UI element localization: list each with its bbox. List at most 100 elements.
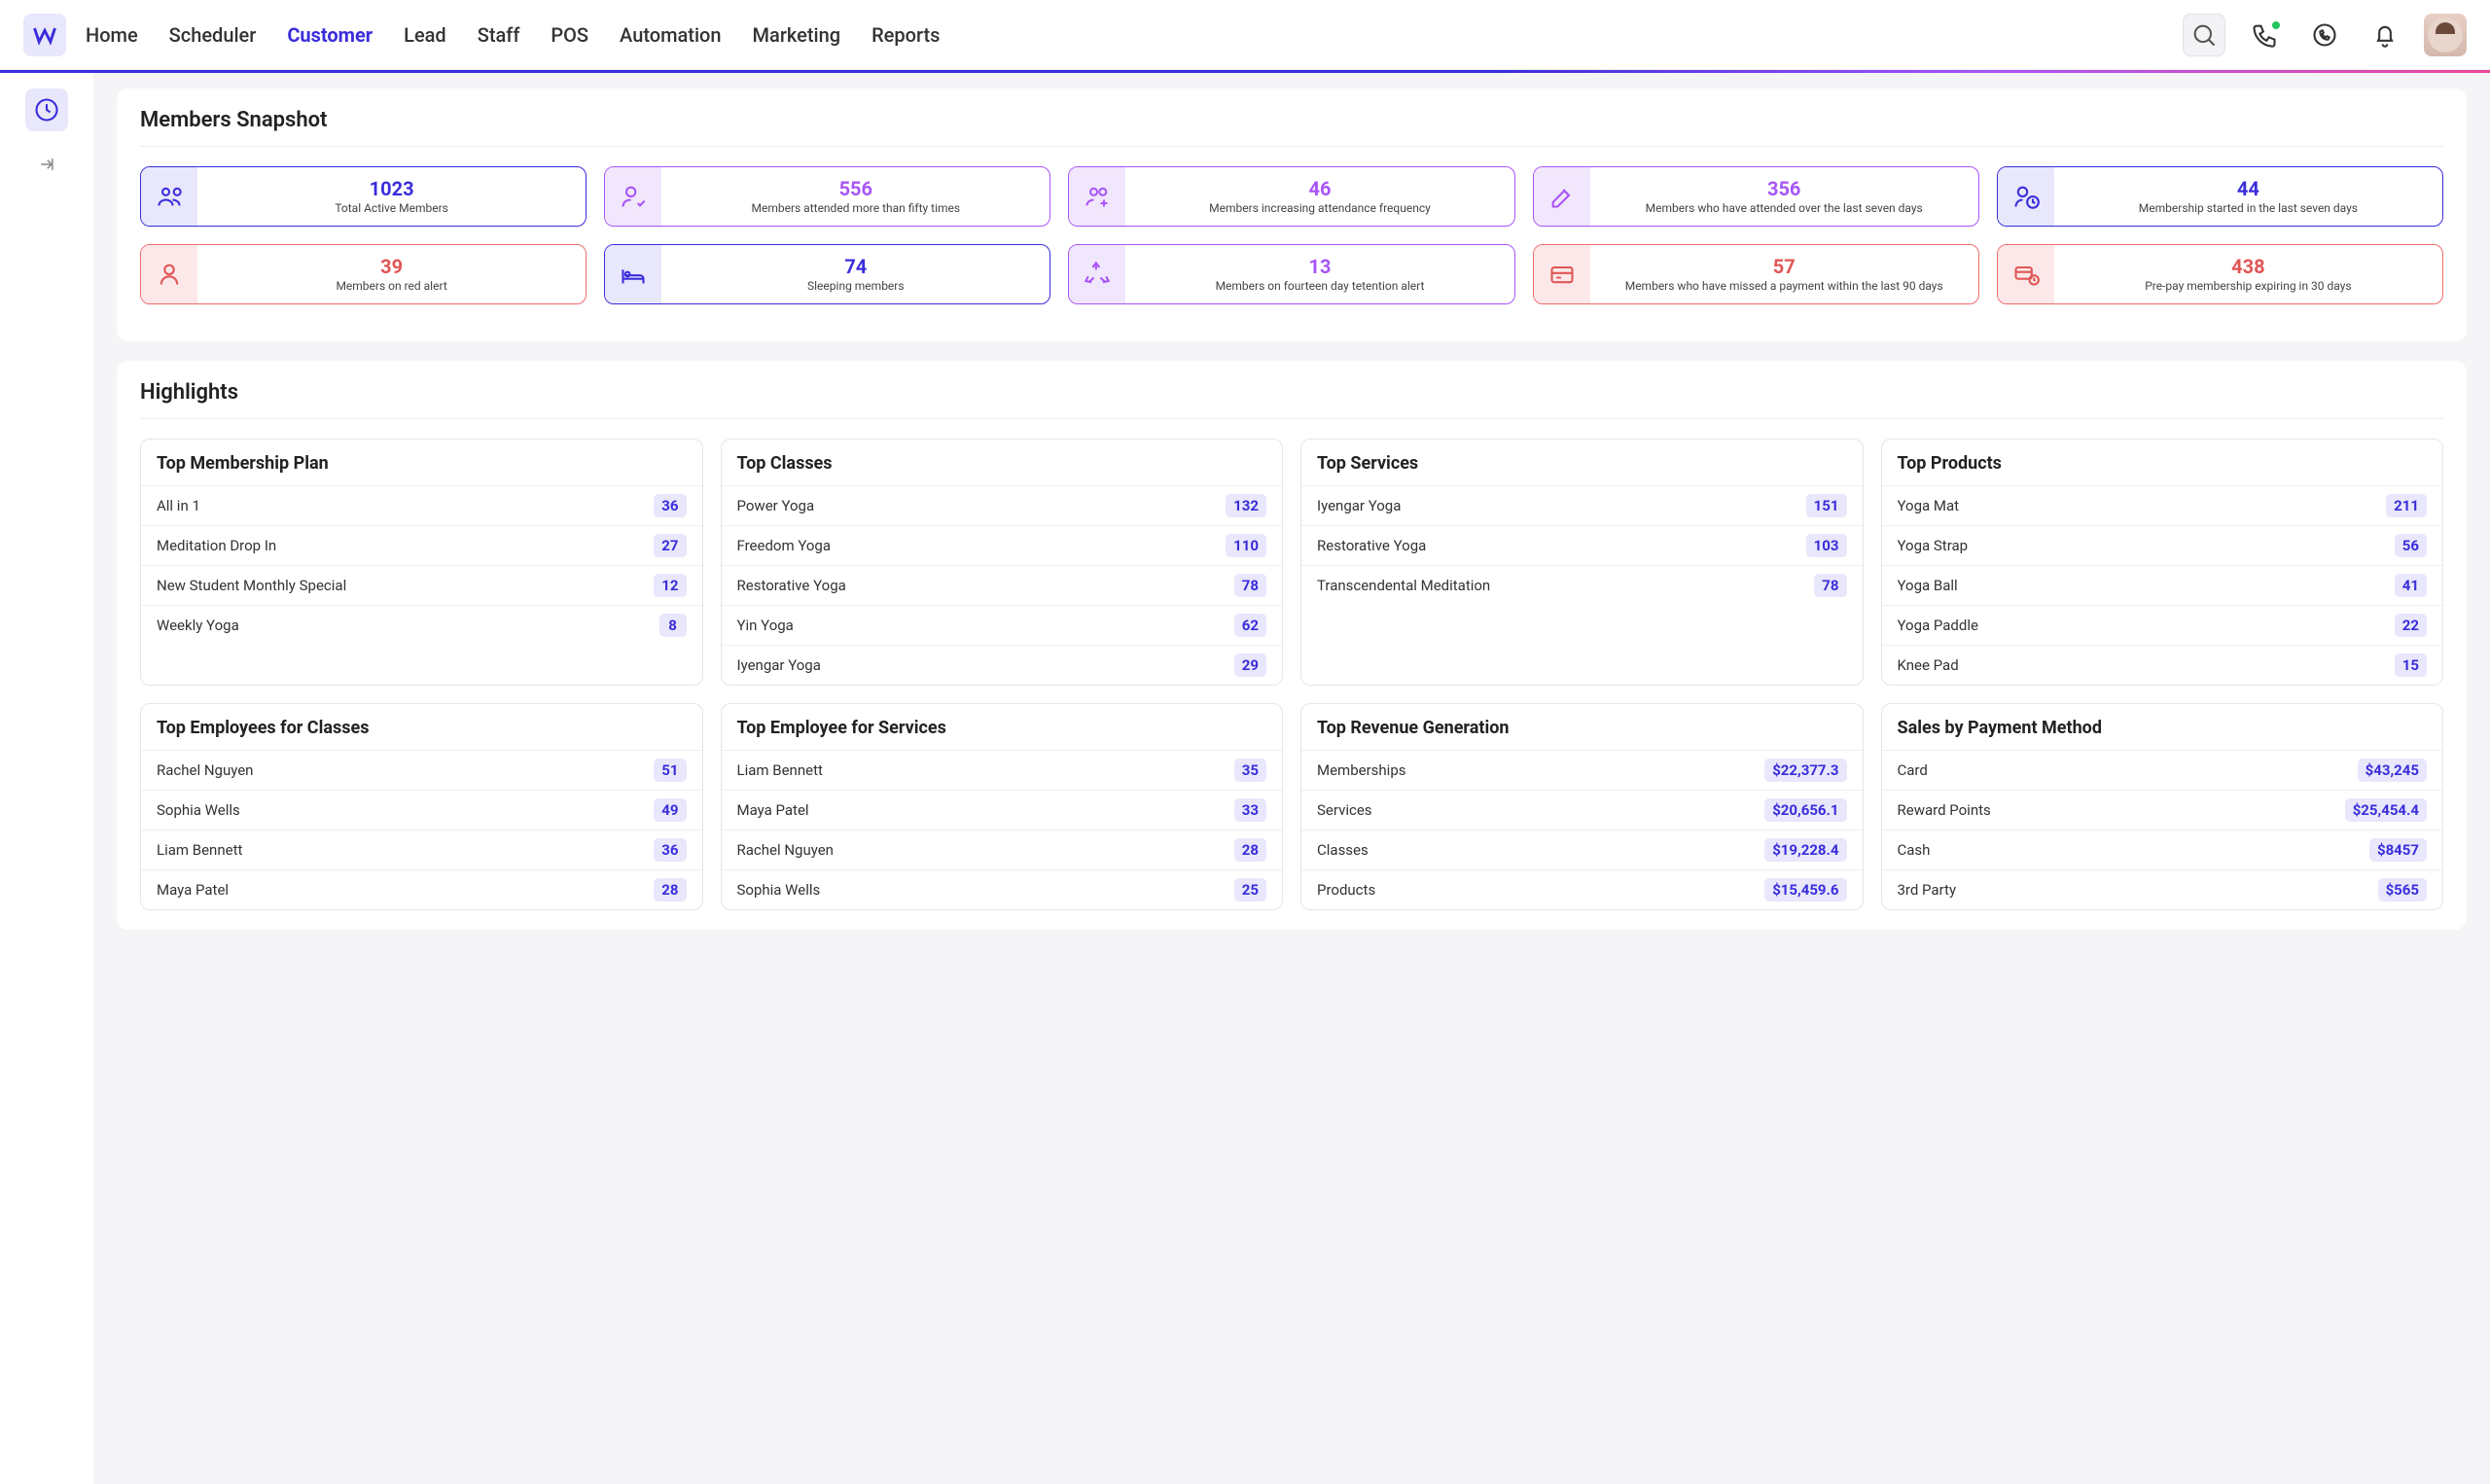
list-item-value: 56	[2395, 534, 2427, 557]
list-item[interactable]: Cash$8457	[1882, 830, 2443, 869]
phone-button[interactable]	[2243, 14, 2286, 56]
snapshot-body: 1023Total Active Members	[197, 167, 586, 226]
list-item-name: All in 1	[157, 497, 200, 514]
highlight-card: Top Revenue GenerationMemberships$22,377…	[1300, 703, 1864, 910]
list-item[interactable]: Yoga Paddle22	[1882, 605, 2443, 645]
list-item-name: Products	[1317, 881, 1375, 899]
list-item[interactable]: Services $20,656.1	[1301, 790, 1863, 830]
list-item[interactable]: All in 136	[141, 485, 702, 525]
list-item[interactable]: Yoga Strap56	[1882, 525, 2443, 565]
list-item-name: New Student Monthly Special	[157, 577, 346, 594]
highlight-title: Top Products	[1882, 440, 2443, 485]
list-item-value: 15	[2395, 654, 2427, 677]
list-item[interactable]: Restorative Yoga78	[722, 565, 1283, 605]
list-item-value: 132	[1226, 494, 1266, 517]
edit-icon	[1534, 167, 1590, 226]
nav-item-lead[interactable]: Lead	[404, 23, 446, 47]
nav-item-reports[interactable]: Reports	[872, 23, 940, 47]
highlight-title: Top Revenue Generation	[1301, 704, 1863, 750]
list-item-value: $20,656.1	[1764, 798, 1846, 822]
list-item-name: Services	[1317, 801, 1372, 819]
nav-item-customer[interactable]: Customer	[287, 23, 373, 47]
users-icon	[141, 167, 197, 226]
nav-item-scheduler[interactable]: Scheduler	[169, 23, 257, 47]
list-item-name: Iyengar Yoga	[1317, 497, 1401, 514]
snapshot-card[interactable]: 74Sleeping members	[604, 244, 1050, 304]
list-item-name: Maya Patel	[157, 881, 229, 899]
list-item-value: 78	[1814, 574, 1846, 597]
user-avatar[interactable]	[2424, 14, 2467, 56]
recycle-icon	[1069, 245, 1125, 303]
snapshot-card[interactable]: 57Members who have missed a payment with…	[1533, 244, 1979, 304]
snapshot-value: 356	[1767, 178, 1800, 199]
snapshot-card[interactable]: 556Members attended more than fifty time…	[604, 166, 1050, 227]
list-item[interactable]: Meditation Drop In27	[141, 525, 702, 565]
snapshot-value: 46	[1309, 178, 1332, 199]
highlight-card: Sales by Payment MethodCard$43,245Reward…	[1881, 703, 2444, 910]
list-item[interactable]: Maya Patel28	[141, 869, 702, 909]
list-item[interactable]: 3rd Party$565	[1882, 869, 2443, 909]
list-item-name: Yoga Paddle	[1898, 617, 1978, 634]
list-item[interactable]: Liam Bennett36	[141, 830, 702, 869]
snapshot-card[interactable]: 438Pre-pay membership expiring in 30 day…	[1997, 244, 2443, 304]
list-item[interactable]: Power Yoga132	[722, 485, 1283, 525]
list-item[interactable]: Maya Patel33	[722, 790, 1283, 830]
list-item-name: Yoga Mat	[1898, 497, 1960, 514]
nav-item-automation[interactable]: Automation	[620, 23, 722, 47]
list-item[interactable]: Sophia Wells25	[722, 869, 1283, 909]
list-item-value: 29	[1234, 654, 1266, 677]
list-item[interactable]: Yin Yoga62	[722, 605, 1283, 645]
whatsapp-button[interactable]	[2303, 14, 2346, 56]
list-item[interactable]: Knee Pad15	[1882, 645, 2443, 685]
list-item[interactable]: Iyengar Yoga29	[722, 645, 1283, 685]
snapshot-value: 74	[844, 256, 867, 277]
snapshot-card[interactable]: 46 Members increasing attendance frequenc…	[1068, 166, 1514, 227]
list-item[interactable]: Reward Points$25,454.4	[1882, 790, 2443, 830]
sidebar-recent-button[interactable]	[25, 88, 68, 131]
list-item[interactable]: Liam Bennett35	[722, 750, 1283, 790]
highlight-card: Top Employees for ClassesRachel Nguyen51…	[140, 703, 703, 910]
snapshot-title: Members Snapshot	[140, 108, 2443, 132]
list-item[interactable]: Card$43,245	[1882, 750, 2443, 790]
snapshot-body: 74Sleeping members	[661, 245, 1049, 303]
list-item[interactable]: Products$15,459.6	[1301, 869, 1863, 909]
list-item-name: Sophia Wells	[737, 881, 821, 899]
snapshot-card[interactable]: 39Members on red alert	[140, 244, 587, 304]
list-item[interactable]: Yoga Mat211	[1882, 485, 2443, 525]
list-item-value: 41	[2395, 574, 2427, 597]
snapshot-label: Members attended more than fifty times	[751, 201, 960, 215]
nav-item-marketing[interactable]: Marketing	[753, 23, 841, 47]
list-item[interactable]: Restorative Yoga103	[1301, 525, 1863, 565]
snapshot-card[interactable]: 1023Total Active Members	[140, 166, 587, 227]
list-item[interactable]: Classes$19,228.4	[1301, 830, 1863, 869]
list-item[interactable]: Iyengar Yoga151	[1301, 485, 1863, 525]
snapshot-card[interactable]: 44Membership started in the last seven d…	[1997, 166, 2443, 227]
list-item-name: 3rd Party	[1898, 881, 1957, 899]
list-item-value: 49	[654, 798, 686, 822]
snapshot-card[interactable]: 356Members who have attended over the la…	[1533, 166, 1979, 227]
list-item[interactable]: Weekly Yoga8	[141, 605, 702, 645]
list-item[interactable]: Sophia Wells 49	[141, 790, 702, 830]
nav-item-home[interactable]: Home	[86, 23, 138, 47]
list-item-name: Sophia Wells	[157, 801, 240, 819]
list-item[interactable]: Rachel Nguyen28	[722, 830, 1283, 869]
highlight-title: Top Membership Plan	[141, 440, 702, 485]
list-item-name: Classes	[1317, 841, 1369, 859]
snapshot-card[interactable]: 13Members on fourteen day tetention aler…	[1068, 244, 1514, 304]
list-item[interactable]: Yoga Ball41	[1882, 565, 2443, 605]
list-item[interactable]: Freedom Yoga110	[722, 525, 1283, 565]
snapshot-label: Members increasing attendance frequency	[1209, 201, 1431, 215]
nav-item-staff[interactable]: Staff	[478, 23, 520, 47]
snapshot-body: 46 Members increasing attendance frequenc…	[1125, 167, 1513, 226]
app-logo[interactable]	[23, 14, 66, 56]
search-button[interactable]	[2183, 14, 2225, 56]
nav-item-pos[interactable]: POS	[551, 23, 588, 47]
list-item[interactable]: Transcendental Meditation78	[1301, 565, 1863, 605]
list-item[interactable]: New Student Monthly Special12	[141, 565, 702, 605]
list-item-value: $43,245	[2358, 759, 2427, 782]
list-item[interactable]: Memberships$22,377.3	[1301, 750, 1863, 790]
list-item[interactable]: Rachel Nguyen51	[141, 750, 702, 790]
sidebar-collapse-button[interactable]	[25, 143, 68, 186]
list-item-name: Memberships	[1317, 761, 1405, 779]
notifications-button[interactable]	[2364, 14, 2406, 56]
